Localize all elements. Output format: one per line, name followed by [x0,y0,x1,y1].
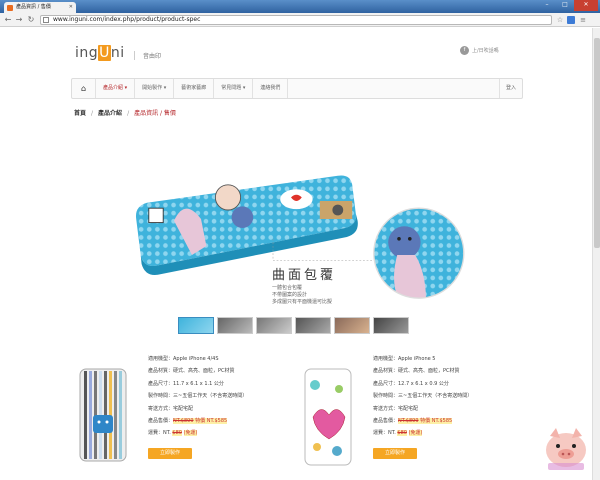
spec-size: 產品尺寸：12.7 x 6.1 x 0.9 公分 [373,380,449,387]
extension-icon[interactable] [567,16,575,24]
nav-item-contact[interactable]: 連絡我們 [253,79,289,98]
thumbnail-4[interactable] [295,317,331,334]
spec-time: 製作時間：三~五個工作天（不含寄送時間） [148,393,248,400]
hero-line-1: 一體包合包覆 [272,285,303,291]
spec-material: 產品材質：硬式、高亮、面粒，PC材質 [148,368,235,375]
thumbnail-1[interactable] [178,317,214,334]
product-spec-list: 適用機型：Apple iPhone 4/4S 產品材質：硬式、高亮、面粒，PC材… [148,353,247,440]
price-old: NT.$899 [173,418,194,425]
breadcrumb-current: 產品資訊 / 售價 [134,110,176,117]
favicon-icon [7,5,13,11]
product-card-iphone4: 適用機型：Apple iPhone 4/4S 產品材質：硬式、高亮、面粒，PC材… [78,353,308,463]
nav-item-faq[interactable]: 常見問題 ▾ [214,79,254,98]
page-scrollbar[interactable] [592,28,600,480]
thumbnail-strip [178,317,409,334]
thumbnail-5[interactable] [334,317,370,334]
facebook-icon: f [460,46,469,55]
spec-price: 產品售價：NT.$899 特價 NT.$585 [373,418,453,425]
browser-tab[interactable]: 產品資訊 / 售價 ✕ [4,2,76,13]
product-spec-list: 適用機型：Apple iPhone 5 產品材質：硬式、高亮、面粒，PC材質 產… [373,353,472,440]
spec-model: 適用機型：Apple iPhone 5 [373,356,436,362]
spec-ship: 寄送方式：宅配宅配 [373,405,419,412]
make-now-button[interactable]: 立即製作 [373,448,417,459]
zoom-detail-image [373,208,464,299]
breadcrumb-home[interactable]: 首頁 [74,110,86,117]
make-now-button[interactable]: 立即製作 [148,448,192,459]
minimize-icon[interactable]: – [538,0,556,11]
product-card-iphone5: 適用機型：Apple iPhone 5 產品材質：硬式、高亮、面粒，PC材質 產… [303,353,533,466]
browser-toolbar: ← → ↻ www.inguni.com/index.php/product/p… [0,13,600,27]
home-icon[interactable]: ⌂ [72,79,96,98]
window-controls: – □ ✕ [538,0,598,11]
spec-price: 產品售價：NT.$899 特價 NT.$585 [148,418,228,425]
tab-title: 產品資訊 / 售價 [16,4,51,10]
nav-login[interactable]: 登入 [498,79,516,98]
iphone5-case-image [304,368,352,466]
hero-title: 曲面包覆 [272,268,337,283]
price-old: NT.$899 [398,418,419,425]
web-page: ingUni 音由印 f 上/日吹話嗎 ⌂ 產品介紹 ▾ 開始製作 ▾ 藝術家藝廊… [0,28,592,480]
nav-item-gallery[interactable]: 藝術家藝廊 [174,79,215,98]
nav-item-create[interactable]: 開始製作 ▾ [135,79,175,98]
thumbnail-2[interactable] [217,317,253,334]
facebook-login-link[interactable]: f 上/日吹話嗎 [460,46,499,55]
iphone4-case-image [79,368,127,462]
reload-icon[interactable]: ↻ [26,15,36,25]
thumbnail-6[interactable] [373,317,409,334]
spec-shipping-fee: 運費：NT. $80 (免運) [148,430,198,437]
spec-time: 製作時間：三~五個工作天（不含寄送時間） [373,393,473,400]
page-icon [43,17,49,23]
maximize-icon[interactable]: □ [556,0,574,11]
close-window-icon[interactable]: ✕ [574,0,598,11]
scrollbar-thumb[interactable] [594,38,600,248]
price-new: 特價 NT.$585 [195,418,228,425]
spec-ship: 寄送方式：宅配宅配 [148,405,194,412]
back-icon[interactable]: ← [3,15,13,25]
pig-mascot-image [546,428,586,470]
window-titlebar: 產品資訊 / 售價 ✕ – □ ✕ [0,0,600,13]
forward-icon[interactable]: → [14,15,24,25]
star-icon[interactable]: ☆ [556,16,564,24]
close-tab-icon[interactable]: ✕ [69,2,73,13]
breadcrumb: 首頁 / 產品介紹 / 產品資訊 / 售價 [74,110,176,117]
spec-model: 適用機型：Apple iPhone 4/4S [148,356,219,362]
site-logo[interactable]: ingUni [75,45,125,61]
spec-material: 產品材質：硬式、高亮、面粒，PC材質 [373,368,460,375]
price-new: 特價 NT.$585 [420,418,453,425]
hero-line-2: 不帶圖案的設計 [272,292,308,298]
thumbnail-3[interactable] [256,317,292,334]
hero-line-3: 多成圖只有平面機還可比擬 [272,299,333,305]
url-text: www.inguni.com/index.php/product/product… [53,16,201,23]
phone-case-image [135,175,358,276]
main-nav: ⌂ 產品介紹 ▾ 開始製作 ▾ 藝術家藝廊 常見問題 ▾ 連絡我們 登入 [71,78,523,99]
nav-item-products[interactable]: 產品介紹 ▾ [96,79,136,98]
spec-size: 產品尺寸：11.7 x 6.1 x 1.1 公分 [148,380,224,387]
address-bar[interactable]: www.inguni.com/index.php/product/product… [40,15,552,25]
logo-subtitle: 音由印 [134,51,161,60]
breadcrumb-section[interactable]: 產品介紹 [98,110,122,117]
menu-icon[interactable]: ≡ [579,16,587,24]
spec-shipping-fee: 運費：NT. $80 (免運) [373,430,423,437]
